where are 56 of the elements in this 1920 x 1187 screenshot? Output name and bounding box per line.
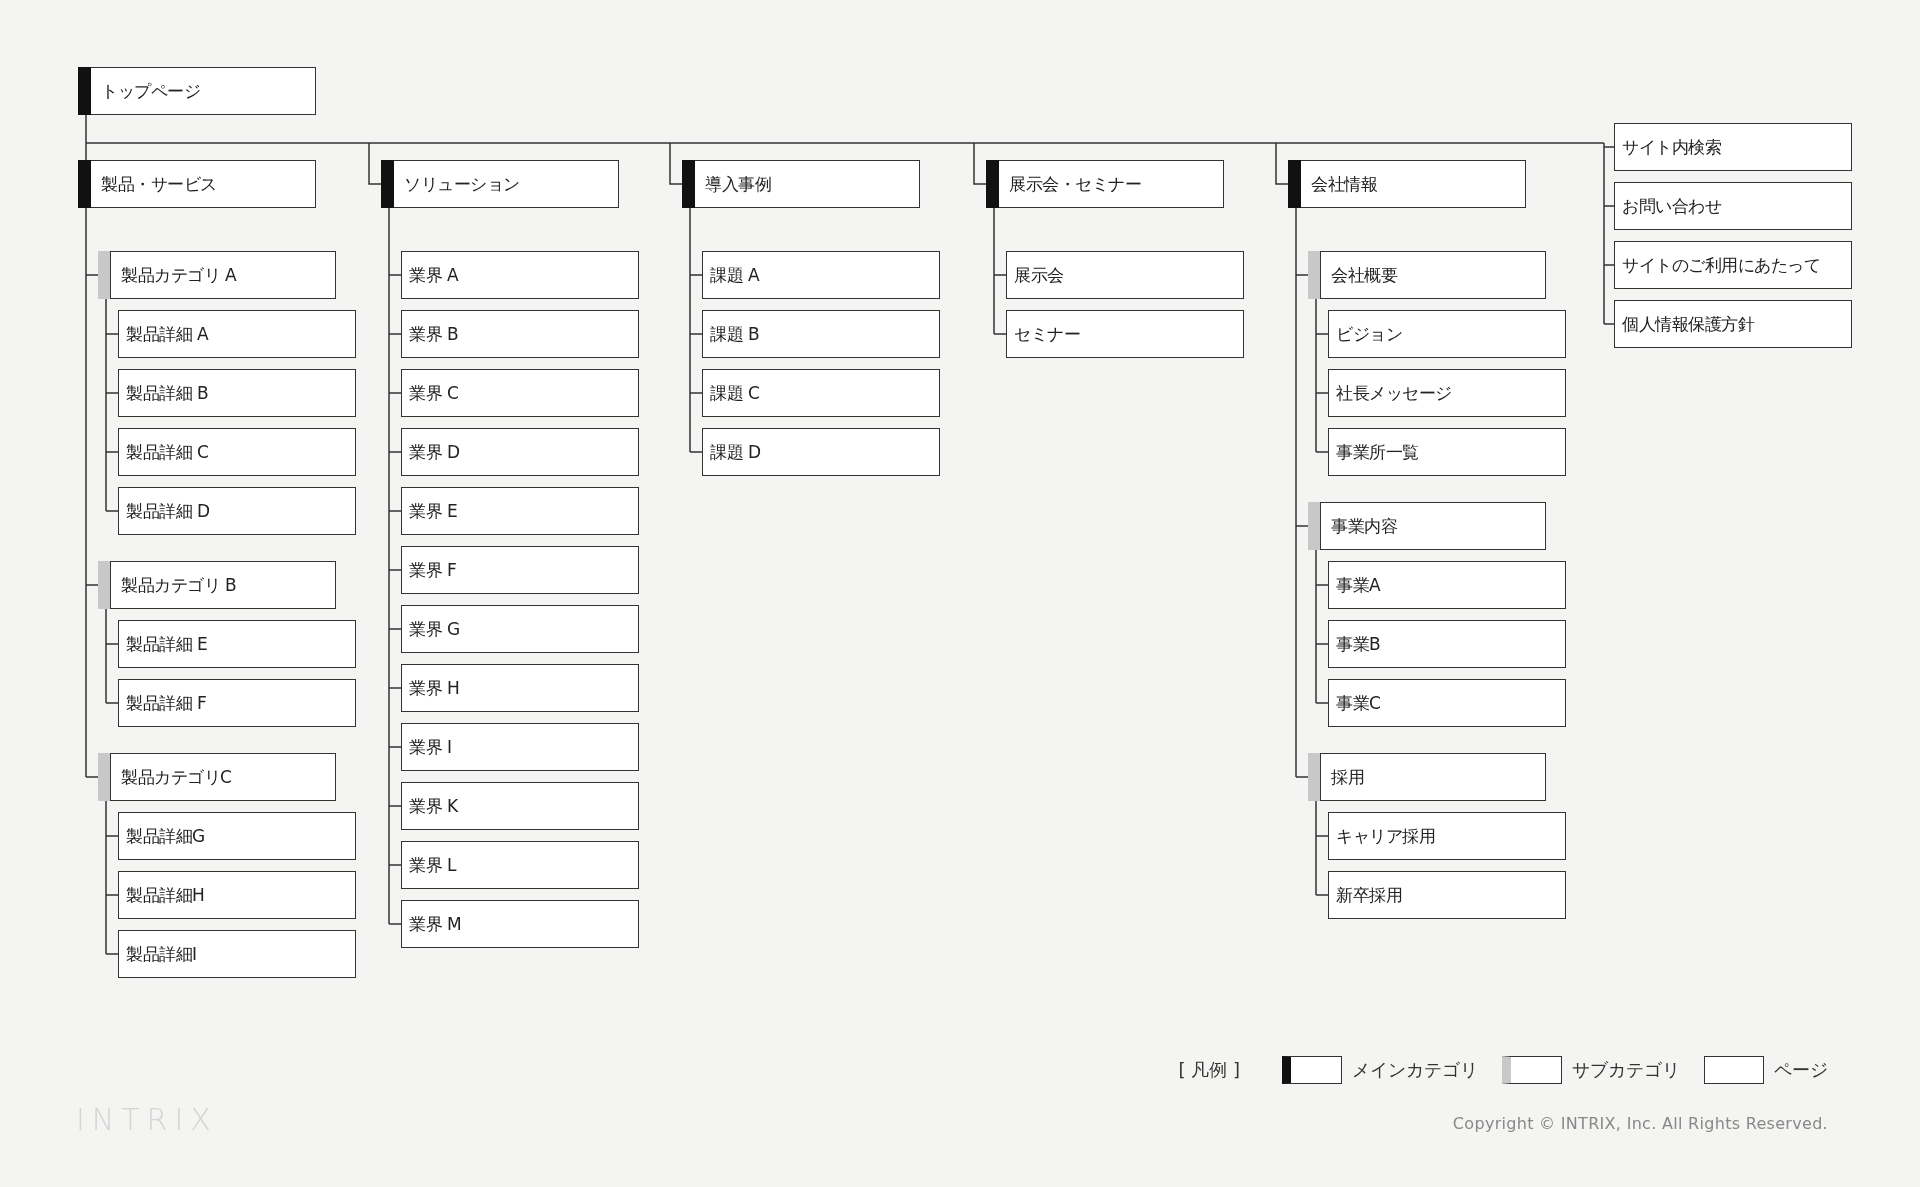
legend-label: サブカテゴリ — [1572, 1058, 1680, 1082]
subcategory-node: 事業内容 — [1308, 502, 1546, 550]
page-node: 業界 A — [401, 251, 639, 299]
copyright-text: Copyright © INTRIX, Inc. All Rights Reserved. — [1452, 1114, 1828, 1133]
main-category-node: トップページ — [78, 67, 316, 115]
page-node: 製品詳細 F — [118, 679, 356, 727]
page-node: サイトのご利用にあたって — [1614, 241, 1852, 289]
page-node: 新卒採用 — [1328, 871, 1566, 919]
page-node: 展示会 — [1006, 251, 1244, 299]
page-node: 業界 H — [401, 664, 639, 712]
subcategory-node: 会社概要 — [1308, 251, 1546, 299]
main-category-node: 展示会・セミナー — [986, 160, 1224, 208]
page-node: 個人情報保護方針 — [1614, 300, 1852, 348]
page-node: 製品詳細 B — [118, 369, 356, 417]
page-node: 業界 I — [401, 723, 639, 771]
page-node: 製品詳細I — [118, 930, 356, 978]
page-node: 事業所一覧 — [1328, 428, 1566, 476]
page-node: 製品詳細 C — [118, 428, 356, 476]
page-node: 課題 C — [702, 369, 940, 417]
main-category-node: 導入事例 — [682, 160, 920, 208]
main-category-node: 会社情報 — [1288, 160, 1526, 208]
subcategory-node: 製品カテゴリ B — [98, 561, 336, 609]
page-node: 業界 G — [401, 605, 639, 653]
page-node: キャリア採用 — [1328, 812, 1566, 860]
legend-title: [ 凡例 ] — [1178, 1058, 1240, 1082]
page-node: 業界 D — [401, 428, 639, 476]
page-node: 業界 F — [401, 546, 639, 594]
page-node: 業界 L — [401, 841, 639, 889]
page-node: 事業A — [1328, 561, 1566, 609]
page-node: 製品詳細H — [118, 871, 356, 919]
page-node: 業界 B — [401, 310, 639, 358]
subcategory-node: 採用 — [1308, 753, 1546, 801]
page-node: 課題 B — [702, 310, 940, 358]
page-node: 製品詳細G — [118, 812, 356, 860]
page-node: 事業B — [1328, 620, 1566, 668]
page-node: ビジョン — [1328, 310, 1566, 358]
page-node: セミナー — [1006, 310, 1244, 358]
page-node: 課題 A — [702, 251, 940, 299]
page-node: 業界 C — [401, 369, 639, 417]
page-node: 製品詳細 A — [118, 310, 356, 358]
page-node: 事業C — [1328, 679, 1566, 727]
page-node: 業界 M — [401, 900, 639, 948]
page-node: 業界 K — [401, 782, 639, 830]
page-node: 製品詳細 D — [118, 487, 356, 535]
main-category-node: 製品・サービス — [78, 160, 316, 208]
legend-label: メインカテゴリ — [1352, 1058, 1478, 1082]
page-node: 業界 E — [401, 487, 639, 535]
legend-label: ページ — [1774, 1058, 1828, 1082]
page-node: 課題 D — [702, 428, 940, 476]
page-node: お問い合わせ — [1614, 182, 1852, 230]
subcategory-node: 製品カテゴリC — [98, 753, 336, 801]
page-node: 製品詳細 E — [118, 620, 356, 668]
subcategory-node: 製品カテゴリ A — [98, 251, 336, 299]
main-category-node: ソリューション — [381, 160, 619, 208]
page-node: サイト内検索 — [1614, 123, 1852, 171]
page-node: 社長メッセージ — [1328, 369, 1566, 417]
